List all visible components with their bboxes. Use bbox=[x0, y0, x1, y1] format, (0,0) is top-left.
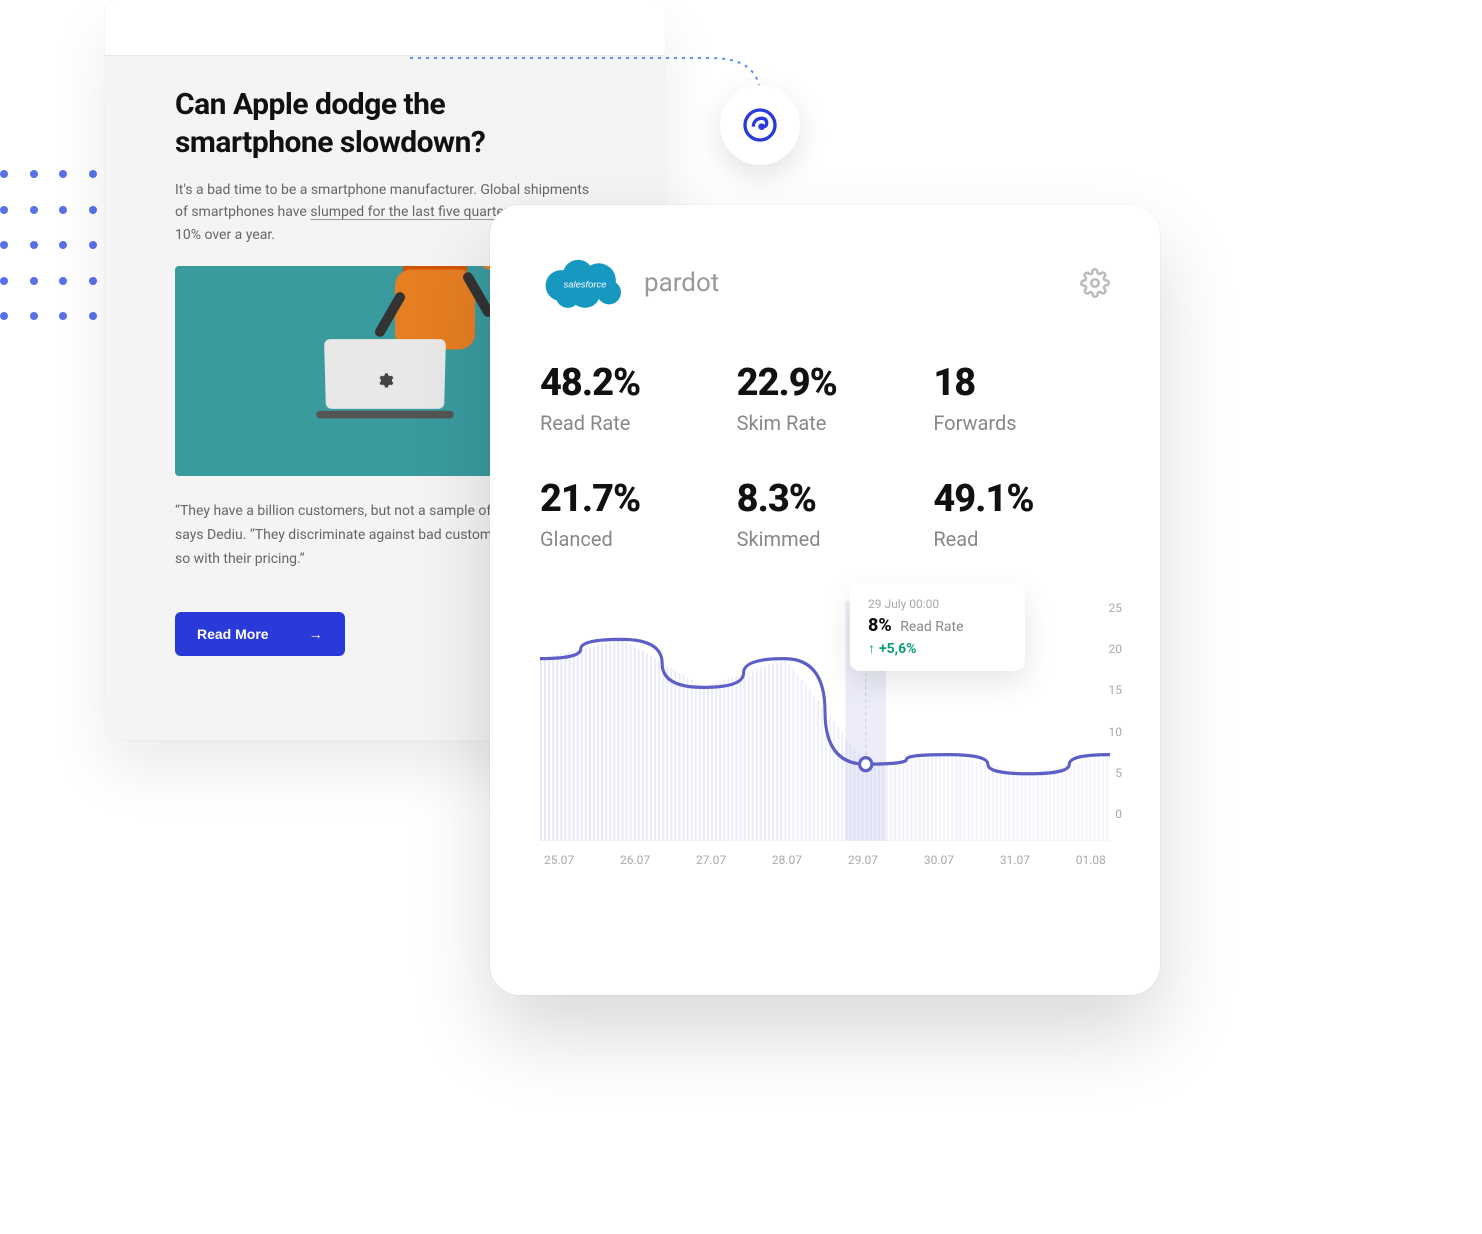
x-axis-labels: 25.07 26.07 27.07 28.07 29.07 30.07 31.0… bbox=[540, 845, 1110, 867]
decorative-dots bbox=[0, 170, 100, 330]
brand: salesforce pardot bbox=[540, 253, 719, 313]
metric-value: 18 bbox=[933, 361, 1110, 405]
tooltip-delta: ↑ +5,6% bbox=[868, 640, 1007, 657]
chart-tooltip: 29 July 00:00 8% Read Rate ↑ +5,6% bbox=[850, 583, 1025, 671]
gear-icon[interactable] bbox=[1080, 268, 1110, 298]
article-title: Can Apple dodge the smartphone slowdown? bbox=[175, 86, 595, 161]
metric-glanced: 21.7% Glanced bbox=[540, 477, 717, 551]
tooltip-value: 8% Read Rate bbox=[868, 615, 1007, 636]
y-axis-labels: 25 20 15 10 5 0 bbox=[1109, 601, 1123, 821]
article-intro-link[interactable]: slumped for the last five quarters bbox=[310, 204, 516, 220]
metric-label: Glanced bbox=[540, 527, 717, 551]
tooltip-date: 29 July 00:00 bbox=[868, 597, 1007, 611]
read-more-label: Read More bbox=[197, 626, 269, 642]
metric-read-rate: 48.2% Read Rate bbox=[540, 361, 717, 435]
metric-value: 48.2% bbox=[540, 361, 717, 405]
metrics-grid: 48.2% Read Rate 22.9% Skim Rate 18 Forwa… bbox=[540, 361, 1110, 551]
app-badge bbox=[720, 85, 800, 165]
metric-label: Read bbox=[933, 527, 1110, 551]
metric-value: 49.1% bbox=[933, 477, 1110, 521]
read-more-button[interactable]: Read More → bbox=[175, 612, 345, 656]
metric-label: Read Rate bbox=[540, 411, 717, 435]
chart-area: 25 20 15 10 5 0 29 July 00:00 8% Read Ra… bbox=[540, 601, 1110, 881]
metric-value: 22.9% bbox=[737, 361, 914, 405]
metric-label: Skimmed bbox=[737, 527, 914, 551]
metric-skimmed: 8.3% Skimmed bbox=[737, 477, 914, 551]
arrow-up-icon: ↑ bbox=[868, 640, 875, 657]
metric-forwards: 18 Forwards bbox=[933, 361, 1110, 435]
dashboard-card: salesforce pardot 48.2% Read Rate 22.9% … bbox=[490, 205, 1160, 995]
metric-label: Skim Rate bbox=[737, 411, 914, 435]
metric-skim-rate: 22.9% Skim Rate bbox=[737, 361, 914, 435]
svg-text:salesforce: salesforce bbox=[564, 278, 607, 289]
metric-label: Forwards bbox=[933, 411, 1110, 435]
swirl-icon bbox=[740, 105, 780, 145]
product-label: pardot bbox=[644, 268, 719, 298]
metric-value: 8.3% bbox=[737, 477, 914, 521]
salesforce-logo: salesforce bbox=[540, 253, 630, 313]
metric-value: 21.7% bbox=[540, 477, 717, 521]
arrow-right-icon: → bbox=[309, 626, 323, 642]
robot-illustration bbox=[325, 340, 445, 410]
article-topbar bbox=[105, 0, 665, 56]
metric-read: 49.1% Read bbox=[933, 477, 1110, 551]
